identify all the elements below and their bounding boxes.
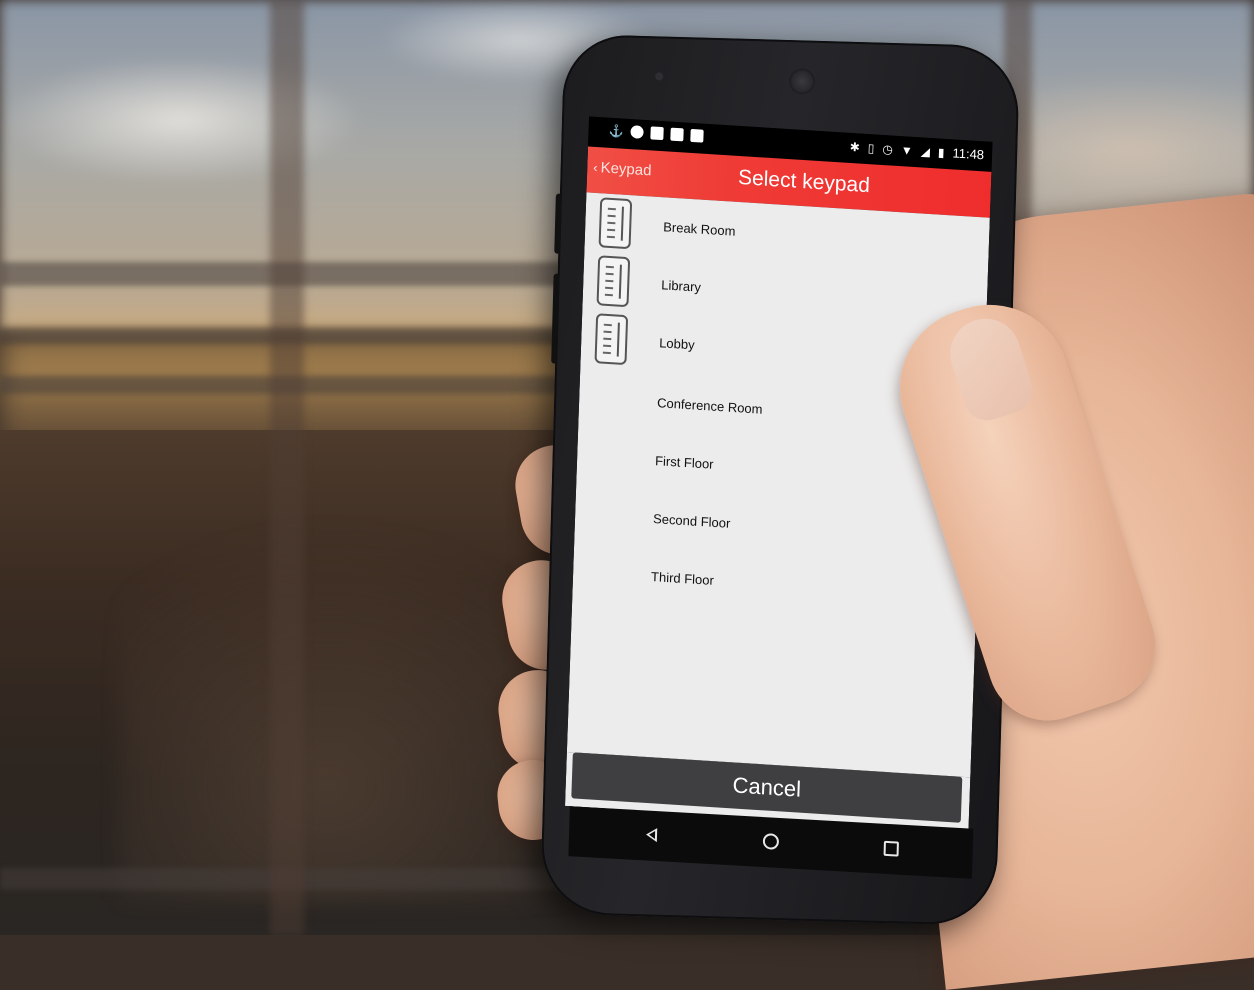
front-camera (790, 70, 814, 93)
nav-recents-button[interactable] (878, 836, 903, 861)
list-item-label: Second Floor (652, 511, 731, 531)
gallery-icon (670, 127, 684, 142)
list-item-label: Library (660, 277, 702, 295)
list-item-label: Break Room (663, 219, 736, 239)
list-item-label: Conference Room (656, 395, 763, 417)
list-item-label: Lobby (658, 335, 695, 353)
volume-key (551, 273, 560, 364)
clock: 11:48 (952, 145, 985, 163)
usb-debug-icon: ⚓ (608, 123, 624, 139)
youtube-icon (650, 126, 664, 141)
list-item-label: Third Floor (650, 569, 715, 588)
keypad-icon (598, 197, 633, 250)
list-item-label: First Floor (654, 453, 714, 472)
volume-key (554, 193, 562, 254)
window-frame-post (270, 0, 304, 935)
wifi-icon: ▼ (900, 142, 913, 158)
clipboard-icon (690, 128, 704, 143)
home-circle-icon (762, 833, 780, 850)
messenger-icon (630, 125, 644, 139)
nav-home-button[interactable] (759, 829, 784, 854)
bluetooth-icon: ✱ (849, 139, 861, 155)
recents-square-icon (883, 840, 899, 857)
notification-icons: ⚓ (608, 123, 704, 144)
keypad-icon (596, 255, 631, 308)
back-triangle-icon (645, 827, 657, 843)
nav-back-button[interactable] (639, 822, 664, 847)
keypad-icon (594, 313, 629, 366)
keypad-list: Break Room Library Lobby Conference Room… (566, 192, 990, 778)
vibrate-icon: ▯ (867, 140, 875, 155)
battery-icon: ▮ (937, 144, 945, 160)
alarm-icon: ◷ (882, 141, 894, 157)
signal-icon: ◢ (920, 143, 931, 159)
proximity-sensor (655, 72, 664, 81)
system-icons: ✱ ▯ ◷ ▼ ◢ ▮ 11:48 (850, 139, 985, 162)
